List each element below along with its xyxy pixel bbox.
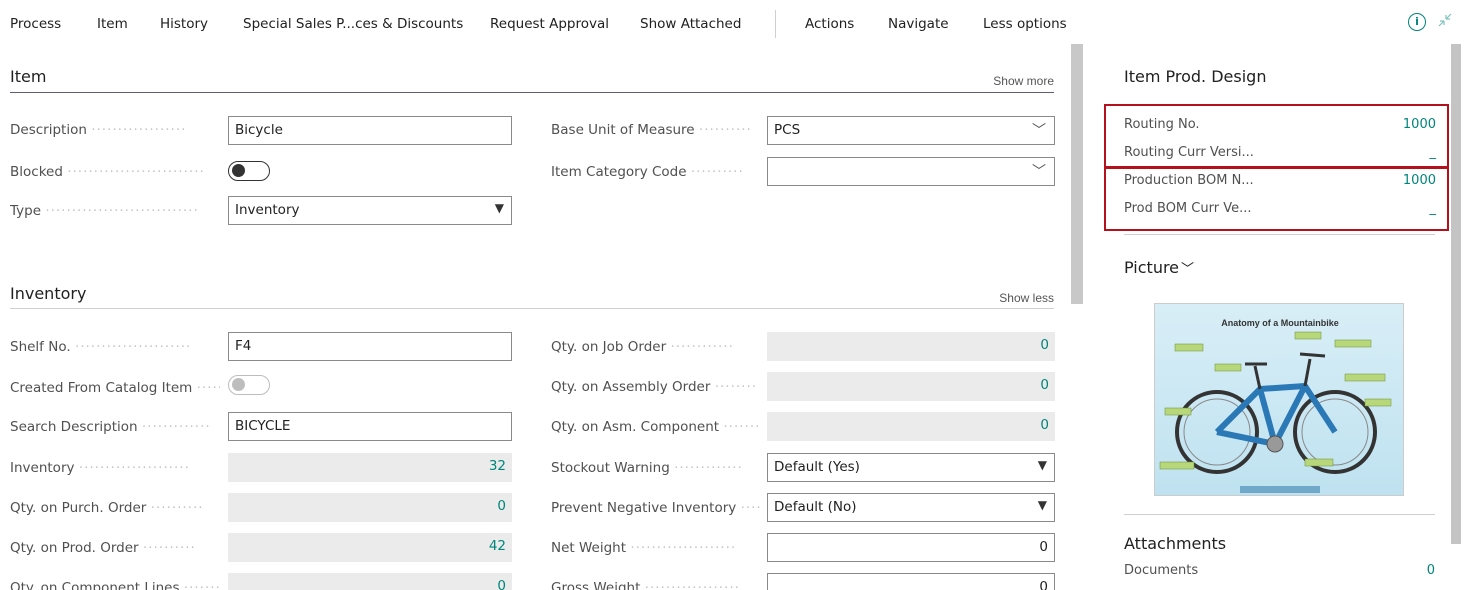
description-field[interactable]: Bicycle (228, 116, 512, 145)
action-separator (775, 10, 776, 38)
net-weight-field[interactable]: 0 (767, 533, 1055, 562)
factbox-divider (1124, 234, 1435, 235)
item-picture[interactable]: Anatomy of a Mountainbike (1154, 303, 1404, 496)
section-divider (10, 308, 1054, 309)
shelf-no-label: Shelf No. ······················ (10, 339, 192, 355)
qty-purch-order-value[interactable]: 0 (228, 493, 512, 522)
item-category-select[interactable]: ﹀ (767, 157, 1055, 186)
factbox-title-attachments: Attachments (1124, 534, 1227, 553)
picture-caption: Anatomy of a Mountainbike (1221, 318, 1339, 328)
inventory-value[interactable]: 32 (228, 453, 512, 482)
section-title-item: Item (10, 67, 47, 86)
inventory-label: Inventory ····················· (10, 460, 190, 476)
toggle-knob (232, 378, 245, 391)
main-scrollbar[interactable] (1071, 44, 1083, 304)
type-select[interactable]: Inventory ▼ (228, 196, 512, 225)
stockout-warning-select[interactable]: Default (Yes) ▼ (767, 453, 1055, 482)
qty-assembly-order-label: Qty. on Assembly Order ········ (551, 379, 758, 395)
prevent-negative-inventory-label: Prevent Negative Inventory ···· (551, 500, 761, 516)
base-uom-label: Base Unit of Measure ·········· (551, 122, 752, 138)
created-from-catalog-label: Created From Catalog Item ····· (10, 380, 220, 396)
created-from-catalog-toggle[interactable] (228, 375, 270, 395)
gross-weight-field[interactable]: 0 (767, 573, 1055, 590)
search-description-label: Search Description ············· (10, 419, 211, 435)
section-divider (10, 92, 1054, 93)
factbox-title-prod-design: Item Prod. Design (1124, 67, 1267, 86)
type-label: Type ····························· (10, 203, 199, 219)
qty-prod-order-label: Qty. on Prod. Order ·········· (10, 540, 196, 556)
qty-assembly-order-value[interactable]: 0 (767, 372, 1055, 401)
chevron-down-icon: ﹀ (1181, 262, 1195, 277)
action-request-approval[interactable]: Request Approval (490, 16, 609, 32)
action-process[interactable]: Process (10, 16, 61, 32)
qty-asm-component-label: Qty. on Asm. Component ······· (551, 419, 761, 435)
blocked-label: Blocked ·························· (10, 164, 205, 180)
action-actions[interactable]: Actions (805, 16, 854, 32)
toggle-knob (232, 164, 245, 177)
search-description-field[interactable]: BICYCLE (228, 412, 512, 441)
dropdown-arrow-icon: ▼ (1037, 498, 1047, 512)
action-special-sales-prices[interactable]: Special Sales P...ces & Discounts (243, 16, 463, 32)
collapse-icon[interactable] (1437, 12, 1455, 30)
factbox-divider (1124, 514, 1435, 515)
section-title-inventory: Inventory (10, 284, 87, 303)
prevent-negative-inventory-select[interactable]: Default (No) ▼ (767, 493, 1055, 522)
blocked-toggle[interactable] (228, 161, 270, 181)
action-show-attached[interactable]: Show Attached (640, 16, 741, 32)
stockout-warning-label: Stockout Warning ············· (551, 460, 743, 476)
qty-component-lines-label: Qty. on Component Lines ······· (10, 580, 220, 590)
show-more-link[interactable]: Show more (993, 74, 1054, 88)
qty-asm-component-value[interactable]: 0 (767, 412, 1055, 441)
documents-row[interactable]: Documents 0 (1124, 563, 1435, 578)
chevron-down-icon: ﹀ (1032, 123, 1046, 139)
action-less-options[interactable]: Less options (983, 16, 1067, 32)
qty-component-lines-value[interactable]: 0 (228, 573, 512, 590)
chevron-down-icon: ﹀ (1032, 164, 1046, 180)
action-item[interactable]: Item (97, 16, 128, 32)
net-weight-label: Net Weight ···················· (551, 540, 737, 556)
qty-job-order-value[interactable]: 0 (767, 332, 1055, 361)
shelf-no-field[interactable]: F4 (228, 332, 512, 361)
qty-prod-order-value[interactable]: 42 (228, 533, 512, 562)
base-uom-select[interactable]: PCS ﹀ (767, 116, 1055, 145)
factbox-title-picture[interactable]: Picture ﹀ (1124, 258, 1194, 277)
item-category-label: Item Category Code ·········· (551, 164, 744, 180)
qty-purch-order-label: Qty. on Purch. Order ·········· (10, 500, 204, 516)
action-navigate[interactable]: Navigate (888, 16, 949, 32)
bicycle-icon (1159, 331, 1392, 493)
gross-weight-label: Gross Weight ·················· (551, 580, 740, 590)
description-label: Description ·················· (10, 122, 187, 138)
factbox-scrollbar[interactable] (1451, 44, 1461, 544)
qty-job-order-label: Qty. on Job Order ············ (551, 339, 734, 355)
dropdown-arrow-icon: ▼ (494, 201, 504, 215)
action-history[interactable]: History (160, 16, 208, 32)
highlight-box-routing (1104, 104, 1449, 168)
highlight-box-bom (1104, 167, 1449, 231)
action-bar: Process Item History Special Sales P...c… (0, 0, 1467, 50)
info-icon[interactable]: i (1408, 13, 1426, 31)
dropdown-arrow-icon: ▼ (1037, 458, 1047, 472)
show-less-link[interactable]: Show less (999, 291, 1054, 305)
